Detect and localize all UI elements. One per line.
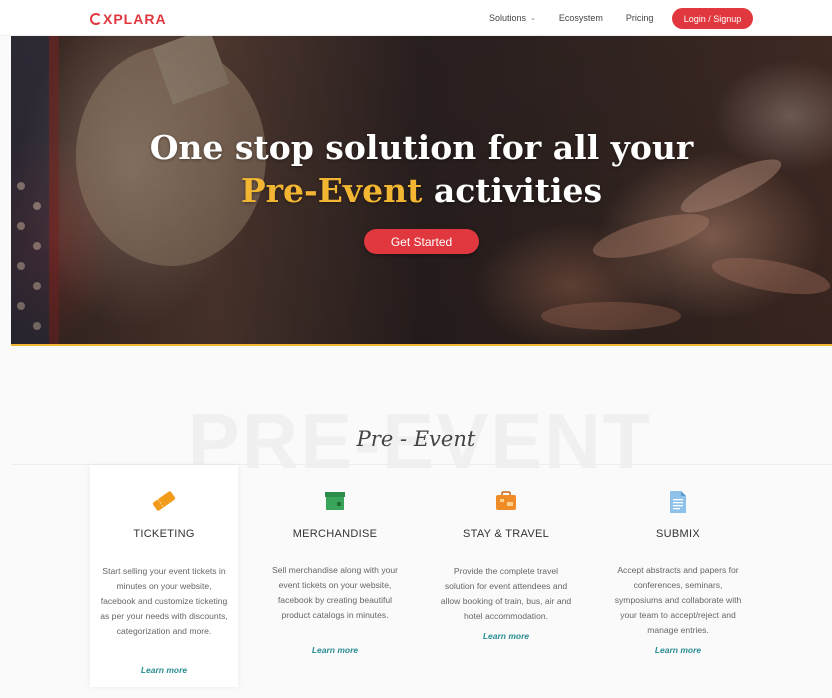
learn-more-link[interactable]: Learn more: [604, 645, 752, 655]
explara-logo[interactable]: XPLARA: [90, 11, 167, 27]
learn-more-link[interactable]: Learn more: [432, 631, 580, 641]
ticket-icon: [152, 491, 176, 511]
nav-item-solutions[interactable]: Solutions ⌄: [489, 13, 536, 23]
learn-more-link[interactable]: Learn more: [261, 645, 409, 655]
feature-card-submix[interactable]: SUBMIX Accept abstracts and papers for c…: [604, 465, 752, 687]
card-title: TICKETING: [133, 528, 195, 540]
hero-headline-line2: Pre-Event activities: [11, 171, 832, 210]
nav-item-pricing[interactable]: Pricing: [626, 13, 654, 23]
learn-more-link[interactable]: Learn more: [90, 665, 238, 675]
login-signup-button[interactable]: Login / Signup: [672, 8, 753, 29]
feature-card-ticketing[interactable]: TICKETING Start selling your event ticke…: [90, 465, 238, 687]
nav-item-ecosystem[interactable]: Ecosystem: [559, 13, 603, 23]
card-description: Sell merchandise along with your event t…: [271, 565, 399, 620]
logo-e-mark-icon: [90, 13, 102, 25]
card-title: SUBMIX: [656, 528, 700, 540]
hero-headline-rest: activities: [433, 171, 603, 210]
nav-item-label: Ecosystem: [558, 13, 603, 23]
card-description: Start selling your event tickets in minu…: [100, 566, 228, 636]
logo-text: XPLARA: [103, 11, 167, 27]
card-description: Provide the complete travel solution for…: [440, 566, 572, 621]
section-title: Pre - Event: [356, 427, 476, 451]
get-started-button[interactable]: Get Started: [364, 229, 479, 254]
feature-card-stay-travel[interactable]: STAY & TRAVEL Provide the complete trave…: [432, 465, 580, 687]
chevron-down-icon: ⌄: [530, 15, 536, 22]
hero-bottom-accent: [11, 344, 832, 346]
nav-item-label: Solutions: [489, 13, 527, 23]
feature-card-merchandise[interactable]: MERCHANDISE Sell merchandise along with …: [261, 465, 409, 687]
top-navbar: XPLARA Solutions ⌄ Ecosystem Pricing Log…: [0, 0, 832, 36]
card-title: STAY & TRAVEL: [462, 528, 550, 540]
card-title: MERCHANDISE: [292, 528, 378, 540]
document-icon: [670, 491, 686, 513]
suitcase-icon: [496, 491, 516, 510]
hero-headline-line1: One stop solution for all your: [149, 128, 694, 167]
nav-links: Solutions ⌄ Ecosystem Pricing: [489, 0, 676, 36]
hero-highlight-word: Pre-Event: [240, 171, 423, 210]
card-description: Accept abstracts and papers for conferen…: [614, 565, 742, 635]
nav-item-label: Pricing: [625, 13, 654, 23]
hero-banner: One stop solution for all your Pre-Event…: [11, 36, 832, 345]
merchandise-box-icon: [325, 492, 345, 510]
